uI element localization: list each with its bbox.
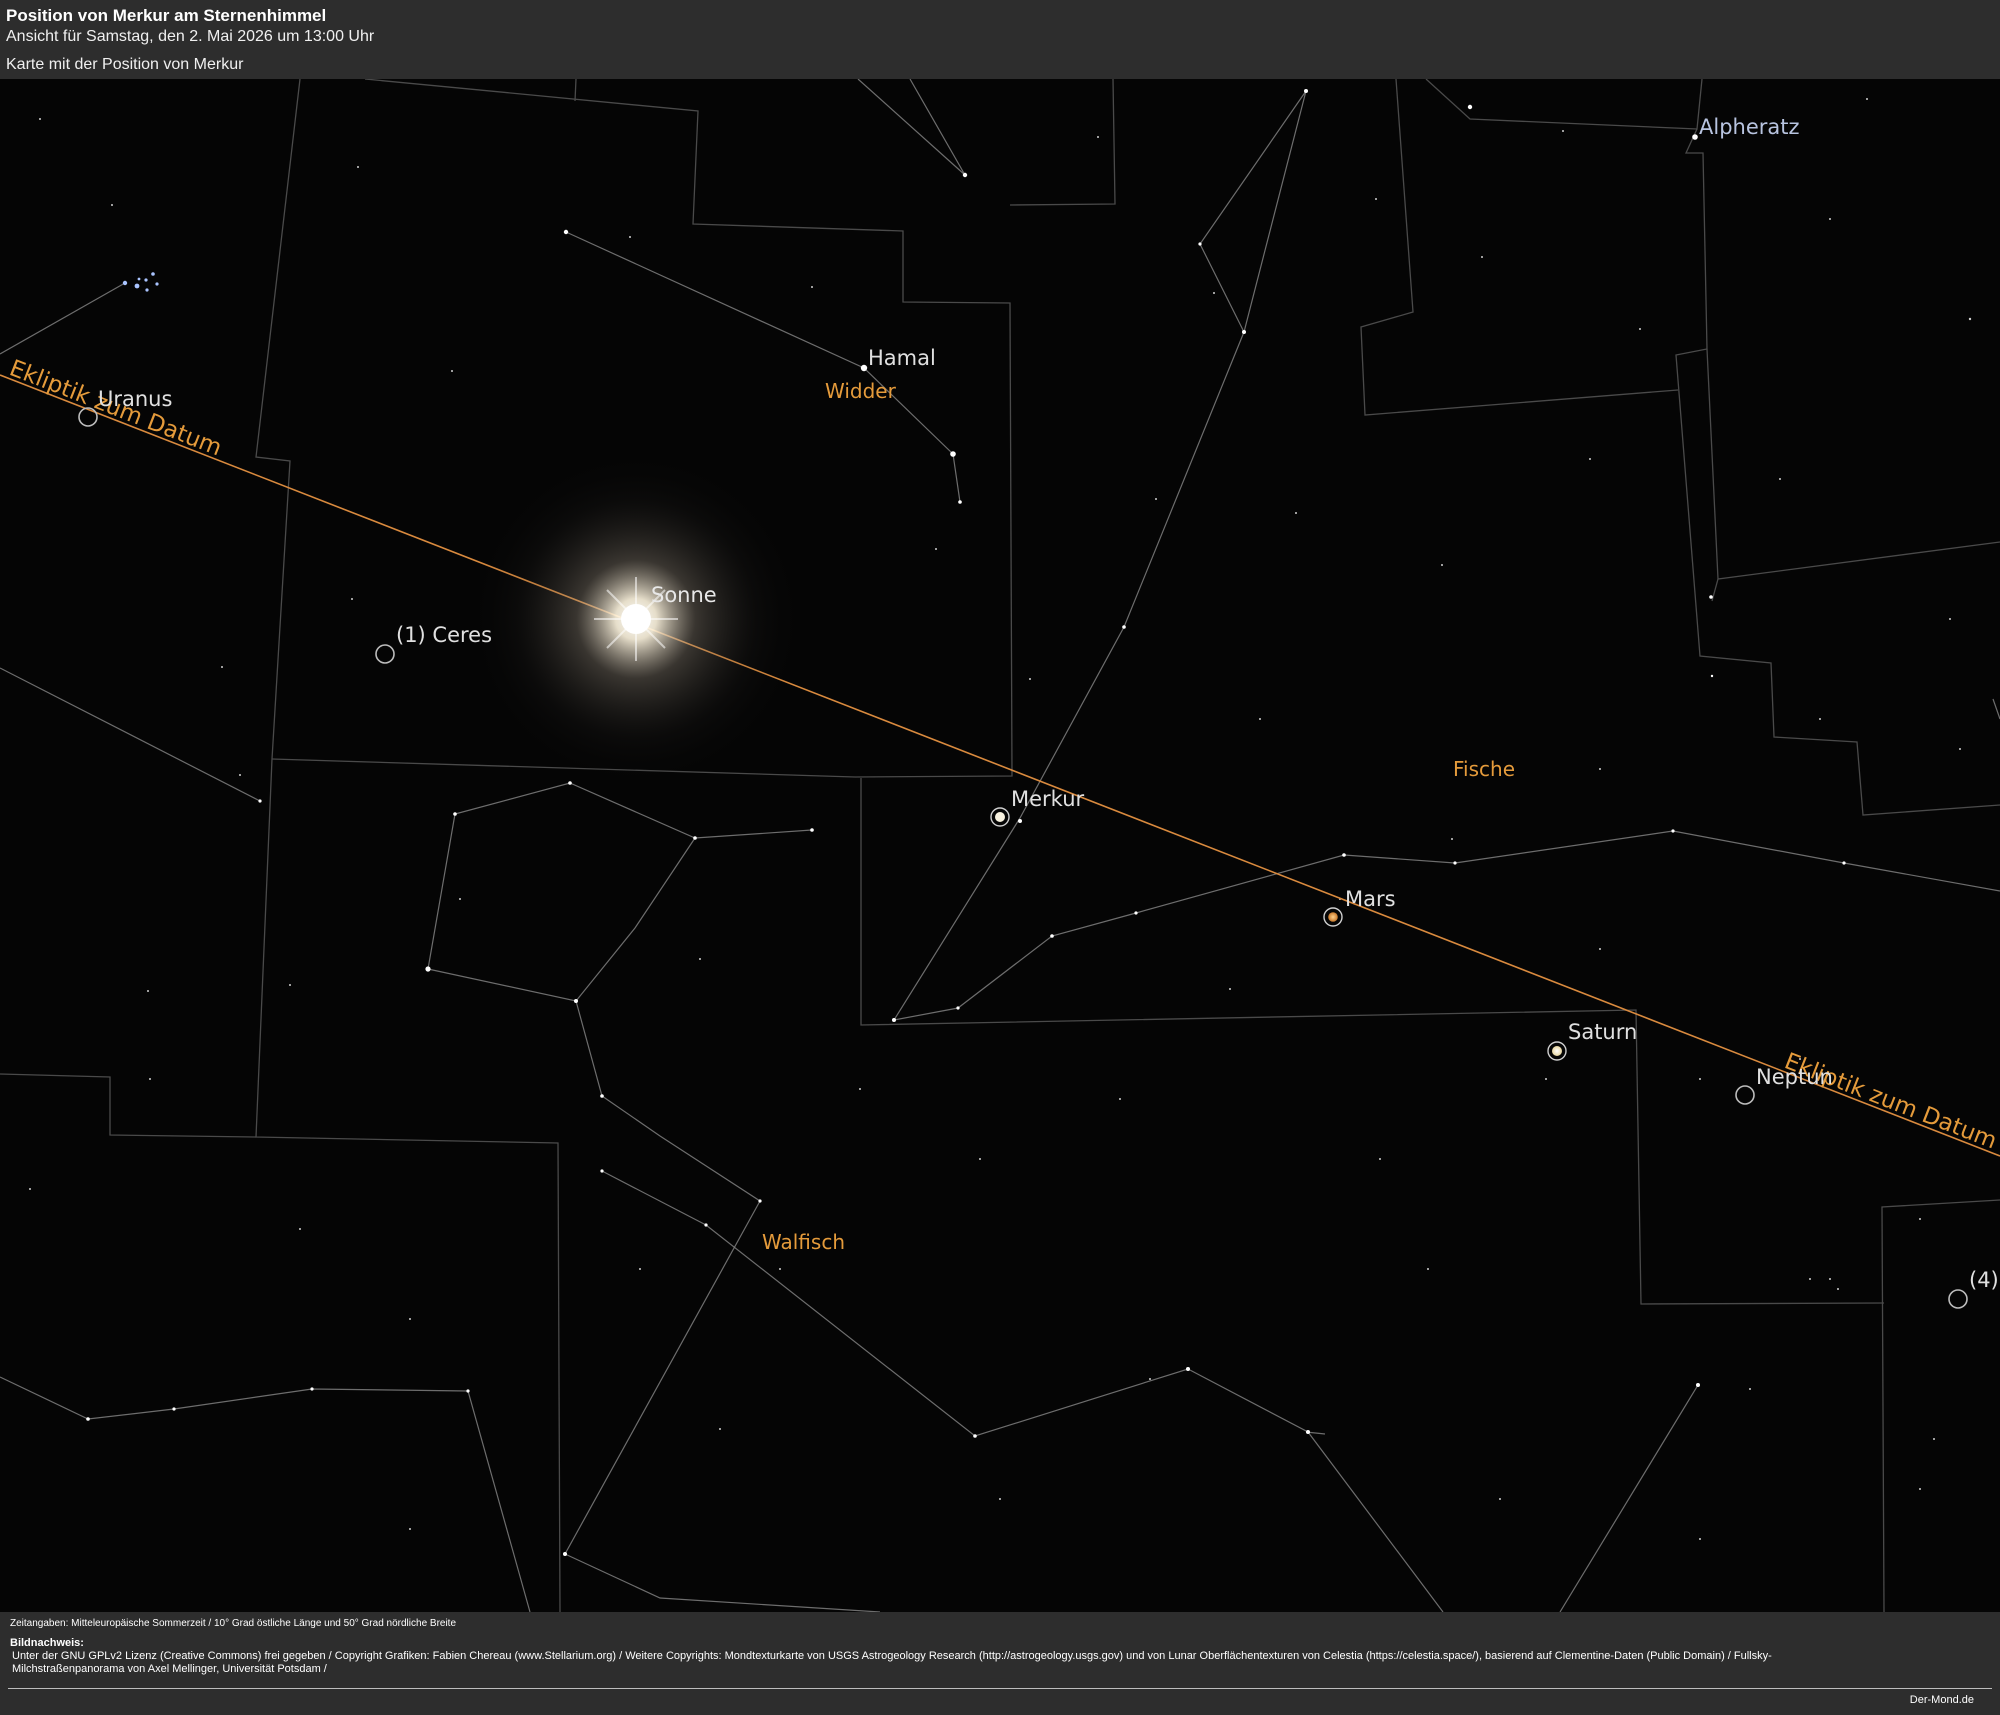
header: Position von Merkur am Sternenhimmel Ans… — [0, 0, 2000, 79]
uranus-label: Uranus — [98, 387, 172, 411]
vesta-label: (4) — [1969, 1268, 1999, 1292]
sun — [466, 449, 806, 789]
constellation-label-fische: Fische — [1453, 757, 1515, 781]
neptune-label: Neptun — [1756, 1065, 1833, 1089]
star-label-alpheratz: Alpheratz — [1699, 115, 1800, 139]
footer: Zeitangaben: Mitteleuropäische Sommerzei… — [0, 1612, 2000, 1715]
date-subtitle: Ansicht für Samstag, den 2. Mai 2026 um … — [6, 28, 375, 45]
time-note: Zeitangaben: Mitteleuropäische Sommerzei… — [10, 1618, 457, 1629]
site-name: Der-Mond.de — [1909, 1694, 1974, 1706]
sky-map: Ekliptik zum Datum Ekliptik zum Datum So… — [0, 79, 2000, 1612]
mercury-label: Merkur — [1011, 787, 1084, 811]
map-caption: Karte mit der Position von Merkur — [6, 56, 244, 73]
star-label-hamal: Hamal — [868, 346, 936, 370]
saturn-label: Saturn — [1568, 1020, 1637, 1044]
credits-text: Unter der GNU GPLv2 Lizenz (Creative Com… — [12, 1650, 1772, 1675]
footer-divider — [8, 1688, 1992, 1689]
sky-background — [0, 79, 2000, 1612]
page-title: Position von Merkur am Sternenhimmel — [6, 6, 327, 25]
constellation-label-widder: Widder — [825, 379, 897, 403]
constellation-label-walfisch: Walfisch — [762, 1230, 845, 1254]
page: Position von Merkur am Sternenhimmel Ans… — [0, 0, 2000, 1715]
ceres-label: (1) Ceres — [396, 623, 492, 647]
sun-label: Sonne — [651, 583, 717, 607]
mars-label: Mars — [1345, 887, 1396, 911]
credits-title: Bildnachweis: — [10, 1637, 84, 1649]
